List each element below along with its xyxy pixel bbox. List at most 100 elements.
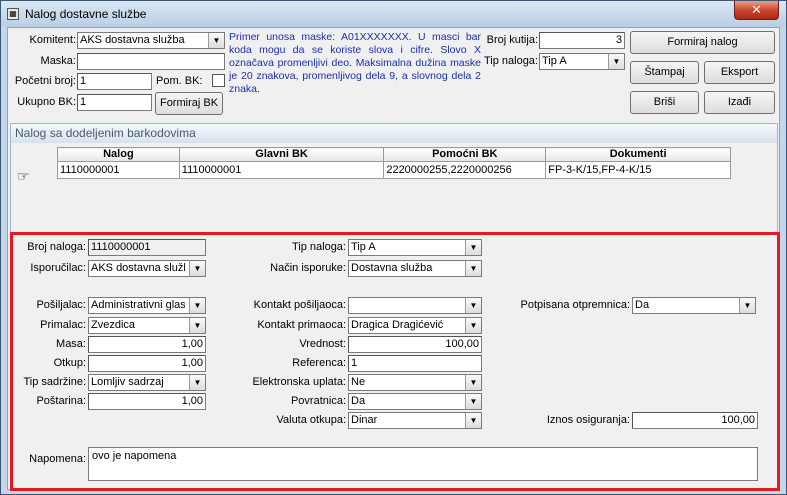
vrednost-input[interactable]: 100,00	[348, 336, 482, 353]
postarina-input[interactable]: 1,00	[88, 393, 206, 410]
chevron-down-icon[interactable]: ▼	[189, 375, 205, 390]
pocetni-broj-input[interactable]: 1	[77, 73, 152, 90]
column-header-glavni-bk[interactable]: Glavni BK	[178, 147, 385, 162]
hand-pointer-icon: ☞	[17, 168, 30, 184]
valuta-otkupa-label: Valuta otkupa:	[276, 414, 346, 426]
eksport-button[interactable]: Eksport	[704, 61, 775, 84]
tip-naloga-label: Tip naloga:	[483, 55, 538, 67]
formiraj-nalog-button[interactable]: Formiraj nalog	[630, 31, 775, 54]
tip-naloga-detail-value: Tip A	[351, 241, 376, 253]
isporucilac-value: AKS dostavna služb	[91, 262, 185, 274]
chevron-down-icon[interactable]: ▼	[739, 298, 755, 313]
brisi-button[interactable]: Briši	[630, 91, 699, 114]
pom-bk-checkbox[interactable]	[212, 74, 225, 87]
napomena-textarea[interactable]: ovo je napomena	[88, 447, 758, 481]
postarina-label: Poštarina:	[36, 395, 86, 407]
chevron-down-icon[interactable]: ▼	[465, 240, 481, 255]
formiraj-bk-button[interactable]: Formiraj BK	[155, 92, 223, 115]
table-row[interactable]: 1110000001 1110000001 2220000255,2220000…	[57, 161, 731, 179]
kontakt-primaoca-select[interactable]: Dragica Dragićević ▼	[348, 317, 482, 334]
mask-hint-text: Primer unosa maske: A01XXXXXXX. U masci …	[229, 31, 481, 95]
komitent-label: Komitent:	[29, 34, 76, 46]
valuta-otkupa-select[interactable]: Dinar ▼	[348, 412, 482, 429]
tip-naloga-value: Tip A	[542, 55, 567, 67]
broj-naloga-label: Broj naloga:	[27, 241, 86, 253]
iznos-osiguranja-label: Iznos osiguranja:	[546, 414, 630, 426]
tip-naloga-detail-select[interactable]: Tip A ▼	[348, 239, 482, 256]
broj-kutija-input[interactable]: 3	[539, 32, 625, 49]
iznos-osiguranja-input[interactable]: 100,00	[632, 412, 758, 429]
table-cell[interactable]: 2220000255,2220000256	[383, 161, 547, 179]
column-header-dokumenti[interactable]: Dokumenti	[545, 147, 731, 162]
pocetni-broj-label: Početni broj:	[14, 75, 76, 87]
posiljalac-value: Administrativni glas	[91, 299, 185, 311]
napomena-label: Napomena:	[29, 453, 86, 465]
kontakt-primaoca-value: Dragica Dragićević	[351, 319, 444, 331]
column-header-pomocni-bk[interactable]: Pomoćni BK	[383, 147, 547, 162]
tip-naloga-select[interactable]: Tip A ▼	[539, 53, 625, 70]
client-area: Komitent: AKS dostavna služba ▼ Maska: P…	[7, 27, 780, 491]
maska-input[interactable]	[77, 53, 225, 70]
masa-input[interactable]: 1,00	[88, 336, 206, 353]
pom-bk-label: Pom. BK:	[156, 75, 203, 87]
chevron-down-icon[interactable]: ▼	[208, 33, 224, 48]
valuta-otkupa-value: Dinar	[351, 414, 378, 426]
elektronska-uplata-select[interactable]: Ne ▼	[348, 374, 482, 391]
chevron-down-icon[interactable]: ▼	[465, 394, 481, 409]
isporucilac-select[interactable]: AKS dostavna služb ▼	[88, 260, 206, 277]
isporucilac-label: Isporučilac:	[30, 262, 86, 274]
kontakt-primaoca-label: Kontakt primaoca:	[257, 319, 346, 331]
nacin-isporuke-value: Dostavna služba	[351, 262, 433, 274]
tip-naloga-detail-label: Tip naloga:	[291, 241, 346, 253]
chevron-down-icon[interactable]: ▼	[465, 261, 481, 276]
title-bar: ▦ Nalog dostavne službe ✕	[1, 1, 786, 27]
table-cell[interactable]: FP-3-K/15,FP-4-K/15	[545, 161, 731, 179]
kontakt-posiljaoca-select[interactable]: ▼	[348, 297, 482, 314]
otkup-label: Otkup:	[53, 357, 86, 369]
chevron-down-icon[interactable]: ▼	[465, 318, 481, 333]
group-title: Nalog sa dodeljenim barkodovima	[11, 124, 777, 143]
nacin-isporuke-select[interactable]: Dostavna služba ▼	[348, 260, 482, 277]
table-cell[interactable]: 1110000001	[178, 161, 385, 179]
stampaj-button[interactable]: Štampaj	[630, 61, 699, 84]
chevron-down-icon[interactable]: ▼	[465, 298, 481, 313]
chevron-down-icon[interactable]: ▼	[189, 318, 205, 333]
komitent-value: AKS dostavna služba	[80, 34, 185, 46]
primalac-label: Primalac:	[40, 319, 86, 331]
barcode-table: Nalog Glavni BK Pomoćni BK Dokumenti 111…	[57, 147, 731, 179]
komitent-select[interactable]: AKS dostavna služba ▼	[77, 32, 225, 49]
kontakt-posiljaoca-label: Kontakt pošiljaoca:	[253, 299, 346, 311]
window-title: Nalog dostavne službe	[25, 7, 147, 21]
posiljalac-label: Pošiljalac:	[36, 299, 86, 311]
povratnica-select[interactable]: Da ▼	[348, 393, 482, 410]
referenca-input[interactable]: 1	[348, 355, 482, 372]
primalac-select[interactable]: Zvezdica ▼	[88, 317, 206, 334]
potpisana-otpremnica-value: Da	[635, 299, 650, 311]
chevron-down-icon[interactable]: ▼	[189, 298, 205, 313]
table-cell[interactable]: 1110000001	[57, 161, 180, 179]
povratnica-label: Povratnica:	[290, 395, 346, 407]
posiljalac-select[interactable]: Administrativni glas ▼	[88, 297, 206, 314]
masa-label: Masa:	[56, 338, 86, 350]
close-button[interactable]: ✕	[734, 1, 779, 20]
povratnica-value: Da	[351, 395, 366, 407]
column-header-nalog[interactable]: Nalog	[57, 147, 180, 162]
chevron-down-icon[interactable]: ▼	[465, 375, 481, 390]
broj-naloga-field: 1110000001	[88, 239, 206, 256]
ukupno-bk-label: Ukupno BK:	[17, 96, 76, 108]
chevron-down-icon[interactable]: ▼	[189, 261, 205, 276]
elektronska-uplata-label: Elektronska uplata:	[252, 376, 346, 388]
tip-sadrzine-select[interactable]: Lomljiv sadrzaj ▼	[88, 374, 206, 391]
potpisana-otpremnica-select[interactable]: Da ▼	[632, 297, 756, 314]
main-window: ▦ Nalog dostavne službe ✕ Komitent: AKS …	[0, 0, 787, 495]
maska-label: Maska:	[40, 55, 76, 67]
nacin-isporuke-label: Način isporuke:	[270, 262, 346, 274]
otkup-input[interactable]: 1,00	[88, 355, 206, 372]
izadji-button[interactable]: Izađi	[704, 91, 775, 114]
primalac-value: Zvezdica	[91, 319, 136, 331]
tip-sadrzine-label: Tip sadržine:	[23, 376, 86, 388]
chevron-down-icon[interactable]: ▼	[465, 413, 481, 428]
ukupno-bk-input[interactable]: 1	[77, 94, 152, 111]
app-icon: ▦	[7, 8, 19, 20]
chevron-down-icon[interactable]: ▼	[608, 54, 624, 69]
